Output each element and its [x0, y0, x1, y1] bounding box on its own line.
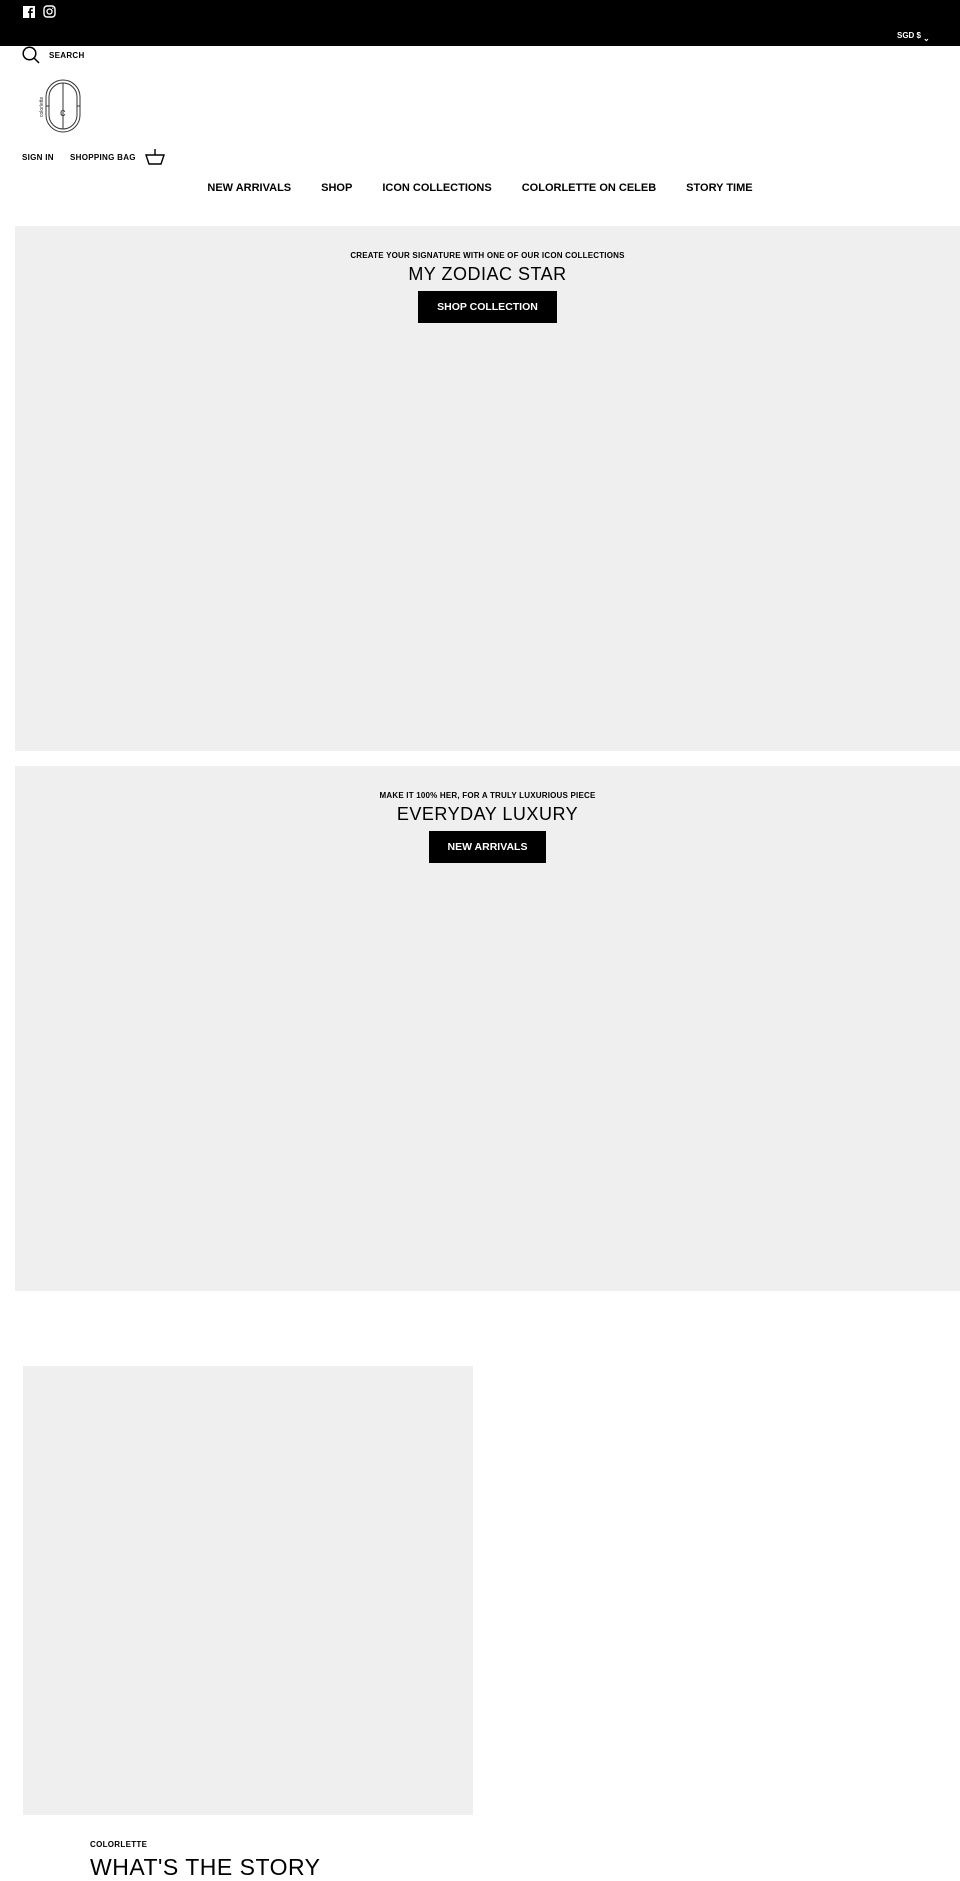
search-button[interactable]: SEARCH: [22, 46, 85, 64]
banner-subtitle: MAKE IT 100% HER, FOR A TRULY LUXURIOUS …: [379, 791, 596, 800]
shop-collection-button[interactable]: SHOP COLLECTION: [418, 291, 557, 323]
banner-zodiac: CREATE YOUR SIGNATURE WITH ONE OF OUR IC…: [15, 226, 960, 751]
shopping-bag-button[interactable]: SHOPPING BAG: [70, 149, 165, 165]
banner-everyday-luxury: MAKE IT 100% HER, FOR A TRULY LUXURIOUS …: [15, 766, 960, 1291]
svg-text:colorlette: colorlette: [39, 96, 45, 117]
facebook-icon[interactable]: [23, 6, 35, 18]
story-image: [23, 1366, 473, 1815]
story-title: WHAT'S THE STORY: [90, 1854, 321, 1880]
sign-in-link[interactable]: SIGN IN: [22, 153, 54, 162]
svg-text:c: c: [60, 107, 66, 119]
top-bar: SGD $ ⌄: [0, 0, 960, 46]
basket-icon: [144, 149, 165, 165]
chevron-down-icon: ⌄: [923, 34, 930, 43]
nav-colorlette-on-celeb[interactable]: COLORLETTE ON CELEB: [522, 182, 656, 194]
search-label: SEARCH: [49, 50, 85, 60]
shopping-bag-label: SHOPPING BAG: [70, 152, 136, 162]
story-label: COLORLETTE: [90, 1840, 148, 1849]
banner-title: EVERYDAY LUXURY: [396, 804, 579, 824]
banner-title: MY ZODIAC STAR: [408, 264, 567, 284]
search-icon: [22, 46, 40, 64]
nav-story-time[interactable]: STORY TIME: [686, 182, 752, 194]
banner-subtitle: CREATE YOUR SIGNATURE WITH ONE OF OUR IC…: [350, 251, 625, 260]
new-arrivals-button[interactable]: NEW ARRIVALS: [428, 831, 547, 863]
logo[interactable]: c colorlette: [36, 79, 84, 140]
nav-new-arrivals[interactable]: NEW ARRIVALS: [207, 182, 291, 194]
nav-icon-collections[interactable]: ICON COLLECTIONS: [382, 182, 491, 194]
instagram-icon[interactable]: [43, 5, 56, 18]
nav-shop[interactable]: SHOP: [321, 182, 352, 194]
currency-label: SGD $: [897, 31, 922, 40]
main-nav: NEW ARRIVALS SHOP ICON COLLECTIONS COLOR…: [0, 182, 960, 194]
currency-selector[interactable]: SGD $ ⌄: [897, 31, 930, 43]
